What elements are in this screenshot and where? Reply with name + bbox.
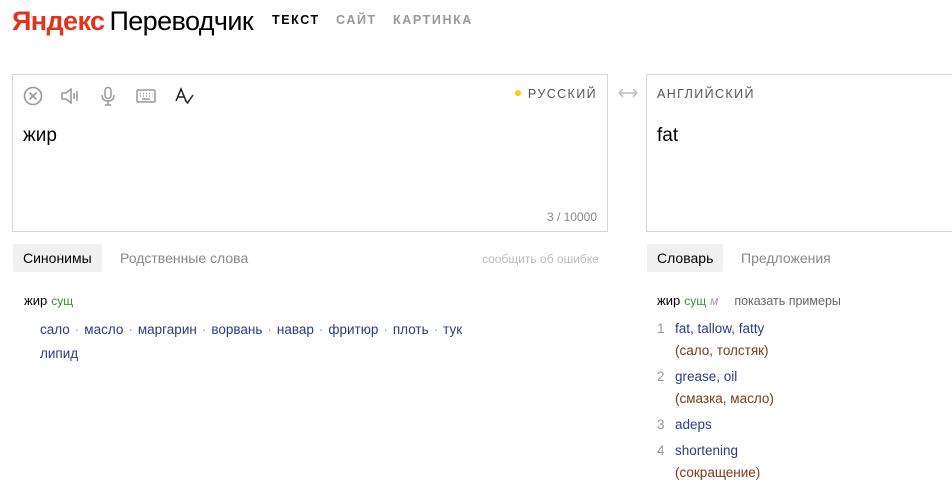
dictionary-entry: 3 adeps [657,414,952,436]
entry-meaning[interactable]: (сало, толстяк) [675,340,952,362]
nav-tab-site[interactable]: САЙТ [336,13,377,27]
dictionary-list: 1 fat, tallow, fatty (сало, толстяк) 2 g… [657,318,952,488]
speaker-icon[interactable] [59,85,81,107]
logo[interactable]: Яндекс Переводчик [12,4,254,38]
part-of-speech: сущ [684,294,707,308]
spellcheck-icon[interactable] [173,85,195,107]
dictionary-entry: 4 shortening (сокращение) [657,440,952,484]
entry-meaning[interactable]: (смазка, масло) [675,388,952,410]
microphone-icon[interactable] [97,85,119,107]
show-examples-link[interactable]: показать примеры [734,294,841,308]
synonym-item[interactable]: фритюр [328,322,378,337]
char-counter: 3 / 10000 [546,210,597,224]
tab-synonyms[interactable]: Синонимы [13,244,102,272]
synonym-item[interactable]: навар [277,322,314,337]
part-of-speech: сущ [51,294,74,308]
language-indicator-dot [514,90,521,96]
target-panel: АНГЛИЙСКИЙ fat [646,74,952,232]
logo-yandex: Яндекс [12,6,105,36]
entry-number: 3 [657,417,665,432]
source-language-label: РУССКИЙ [527,87,597,101]
clear-icon[interactable] [22,85,44,107]
entry-number: 4 [657,443,665,458]
target-language-selector[interactable]: АНГЛИЙСКИЙ [657,87,755,101]
synonym-item[interactable]: масло [84,322,123,337]
synonym-item[interactable]: ворвань [211,322,262,337]
synonyms-list: сало · масло · маргарин · ворвань · навар · фритюр… [40,322,463,361]
entry-translation[interactable]: grease, oil [675,366,952,388]
dictionary-entry: 2 grease, oil (смазка, масло) [657,366,952,410]
synonym-item[interactable]: липид [40,346,78,361]
entry-translation[interactable]: shortening [675,440,952,462]
grammatical-gender: м [710,294,719,308]
synonym-item[interactable]: маргарин [138,322,197,337]
dictionary-word: жир [657,293,681,308]
synonym-item[interactable]: плоть [393,322,429,337]
source-text-input[interactable]: жир [23,125,57,147]
synonym-item[interactable]: тук [443,322,462,337]
synonyms-word: жир [24,293,48,308]
source-language-selector[interactable]: РУССКИЙ [514,87,597,101]
synonyms-header: жир сущ [24,293,73,308]
dictionary-header: жир сущ м показать примеры [657,293,841,308]
tab-sentences[interactable]: Предложения [731,244,841,272]
tab-dictionary[interactable]: Словарь [647,244,724,272]
report-error-link[interactable]: сообщить об ошибке [482,252,599,266]
translation-output: fat [657,125,679,146]
synonym-item[interactable]: сало [40,322,70,337]
nav-tab-image[interactable]: КАРТИНКА [393,13,473,27]
tab-related-words[interactable]: Родственные слова [110,244,258,272]
entry-number: 2 [657,369,665,384]
keyboard-icon[interactable] [135,85,157,107]
entry-number: 1 [657,321,665,336]
swap-arrows-icon[interactable] [617,84,639,102]
entry-translation[interactable]: fat, tallow, fatty [675,318,952,340]
source-panel: РУССКИЙ жир 3 / 10000 [12,74,608,232]
entry-translation[interactable]: adeps [675,414,952,436]
nav-tab-text[interactable]: ТЕКСТ [272,13,320,27]
dictionary-entry: 1 fat, tallow, fatty (сало, толстяк) [657,318,952,362]
logo-translator: Переводчик [109,6,254,36]
entry-meaning[interactable]: (сокращение) [675,462,952,484]
